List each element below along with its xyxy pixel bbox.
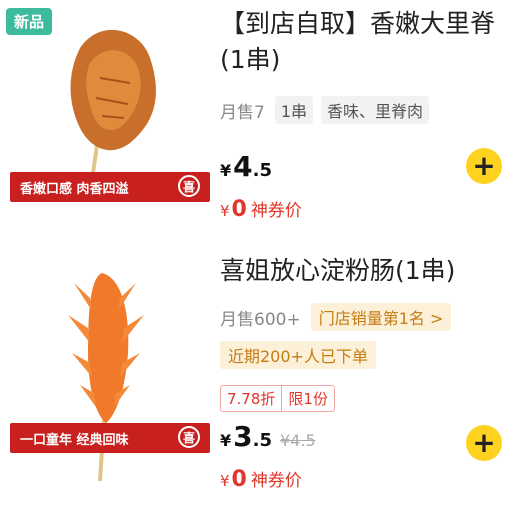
product-card[interactable]: 新品 香嫩口感 肉香四溢 喜 【到店自取】香嫩大里脊(1串) 月售7 1串 香味…: [0, 0, 510, 245]
seal-icon: 喜: [178, 426, 200, 448]
product-banner: 一口童年 经典回味 喜: [10, 423, 210, 453]
banner-text: 香嫩口感 肉香四溢: [20, 181, 129, 197]
price: ¥3.5 ¥4.5: [220, 420, 316, 453]
coupon-value: 0: [231, 467, 247, 492]
spec-tag: 1串: [274, 96, 314, 124]
discount-tag: 7.78折 限1份: [220, 385, 335, 412]
monthly-sales: 月售600+: [220, 309, 301, 330]
add-to-cart-button[interactable]: +: [466, 148, 502, 184]
product-title[interactable]: 喜姐放心淀粉肠(1串): [220, 253, 502, 289]
product-banner: 香嫩口感 肉香四溢 喜: [10, 172, 210, 202]
product-title[interactable]: 【到店自取】香嫩大里脊(1串): [220, 6, 502, 78]
new-badge: 新品: [6, 8, 53, 35]
monthly-sales: 月售7: [220, 102, 265, 123]
add-to-cart-button[interactable]: +: [466, 425, 502, 461]
price: ¥4.5: [220, 150, 272, 183]
price-integer: 3: [233, 420, 253, 453]
original-price: ¥4.5: [280, 431, 316, 450]
price-integer: 4: [233, 150, 253, 183]
store-rank-link[interactable]: 门店销量第1名 >: [310, 303, 452, 331]
coupon-label: 神券价: [250, 471, 302, 491]
plus-icon: +: [472, 149, 496, 182]
coupon-currency: ¥: [220, 472, 230, 490]
currency-symbol: ¥: [220, 431, 232, 450]
coupon-price: ¥0 神券价: [220, 196, 302, 222]
seal-icon: 喜: [178, 175, 200, 197]
purchase-limit: 限1份: [281, 386, 334, 411]
coupon-currency: ¥: [220, 202, 230, 220]
price-decimal: .5: [252, 430, 272, 451]
product-meta: 月售600+ 门店销量第1名 >: [220, 303, 452, 331]
discount-rate: 7.78折: [227, 390, 276, 408]
price-decimal: .5: [252, 160, 272, 181]
product-meta: 月售7 1串 香味、里脊肉: [220, 96, 437, 124]
product-image-skewer[interactable]: [10, 8, 210, 188]
recent-orders-tag: 近期200+人已下单: [220, 341, 376, 369]
product-card[interactable]: 一口童年 经典回味 喜 喜姐放心淀粉肠(1串) 月售600+ 门店销量第1名 >…: [0, 245, 510, 510]
flavor-tag: 香味、里脊肉: [321, 96, 430, 124]
coupon-value: 0: [231, 197, 247, 222]
currency-symbol: ¥: [220, 161, 232, 180]
plus-icon: +: [472, 426, 496, 459]
banner-text: 一口童年 经典回味: [20, 432, 129, 448]
coupon-label: 神券价: [250, 201, 302, 221]
coupon-price: ¥0 神券价: [220, 466, 302, 492]
